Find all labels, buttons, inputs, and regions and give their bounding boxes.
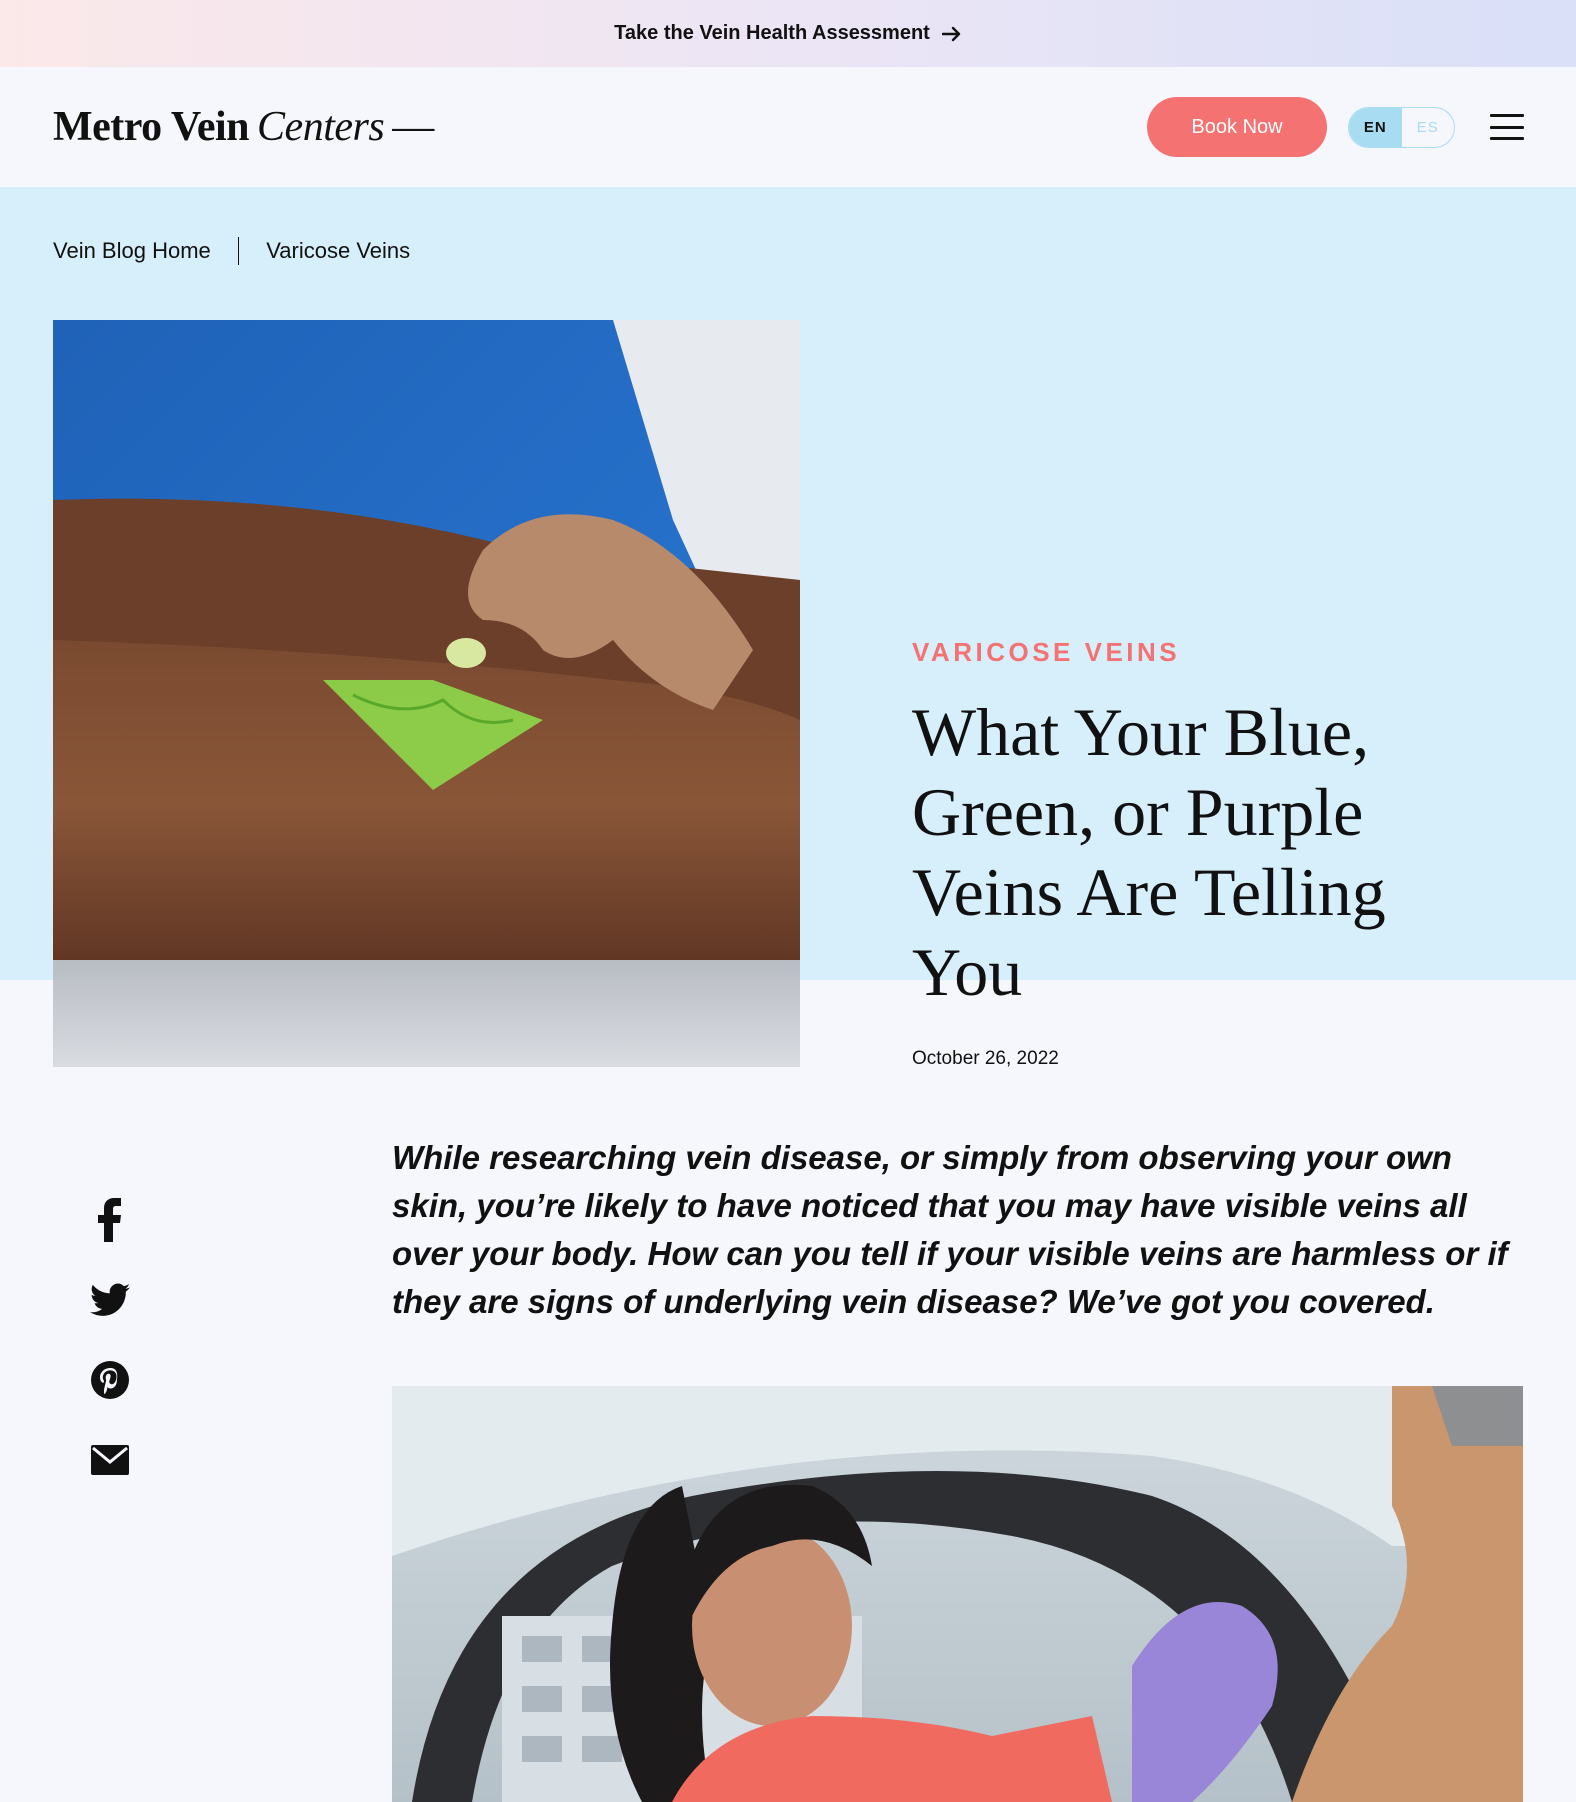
article-intro: While researching vein disease, or simpl… [392, 1139, 1508, 1320]
breadcrumb: Vein Blog Home Varicose Veins [53, 237, 410, 265]
assessment-link[interactable]: Take the Vein Health Assessment [614, 22, 962, 45]
promo-bar: Take the Vein Health Assessment [0, 0, 1576, 67]
hamburger-menu-icon[interactable] [1490, 114, 1524, 140]
article-image [392, 1386, 1523, 1802]
site-logo[interactable]: Metro Vein Centers — [53, 103, 434, 151]
breadcrumb-blog-home[interactable]: Vein Blog Home [53, 238, 211, 264]
facebook-icon[interactable] [88, 1198, 132, 1242]
logo-dash: — [392, 104, 434, 150]
lang-es-option[interactable]: ES [1402, 108, 1455, 147]
logo-text-main: Metro Vein [53, 104, 250, 150]
pinterest-icon[interactable] [88, 1358, 132, 1402]
lang-en-option[interactable]: EN [1349, 108, 1402, 147]
breadcrumb-category[interactable]: Varicose Veins [266, 238, 410, 264]
article-title: What Your Blue, Green, or Purple Veins A… [912, 694, 1386, 1010]
assessment-link-label: Take the Vein Health Assessment [614, 22, 930, 44]
email-icon[interactable] [88, 1438, 132, 1482]
site-header: Metro Vein Centers — Book Now EN ES [0, 67, 1576, 187]
book-now-button[interactable]: Book Now [1147, 97, 1327, 157]
arrow-right-icon [941, 26, 962, 42]
logo-text-italic: Centers [257, 104, 385, 150]
hero-image [53, 320, 800, 1067]
hero-text: VARICOSE VEINS What Your Blue, Green, or… [912, 637, 1472, 1070]
article-category[interactable]: VARICOSE VEINS [912, 637, 1472, 668]
social-share-bar [88, 1198, 132, 1518]
language-toggle: EN ES [1348, 107, 1455, 148]
article-date: October 26, 2022 [912, 1048, 1059, 1069]
breadcrumb-separator [237, 237, 240, 265]
twitter-icon[interactable] [88, 1278, 132, 1322]
